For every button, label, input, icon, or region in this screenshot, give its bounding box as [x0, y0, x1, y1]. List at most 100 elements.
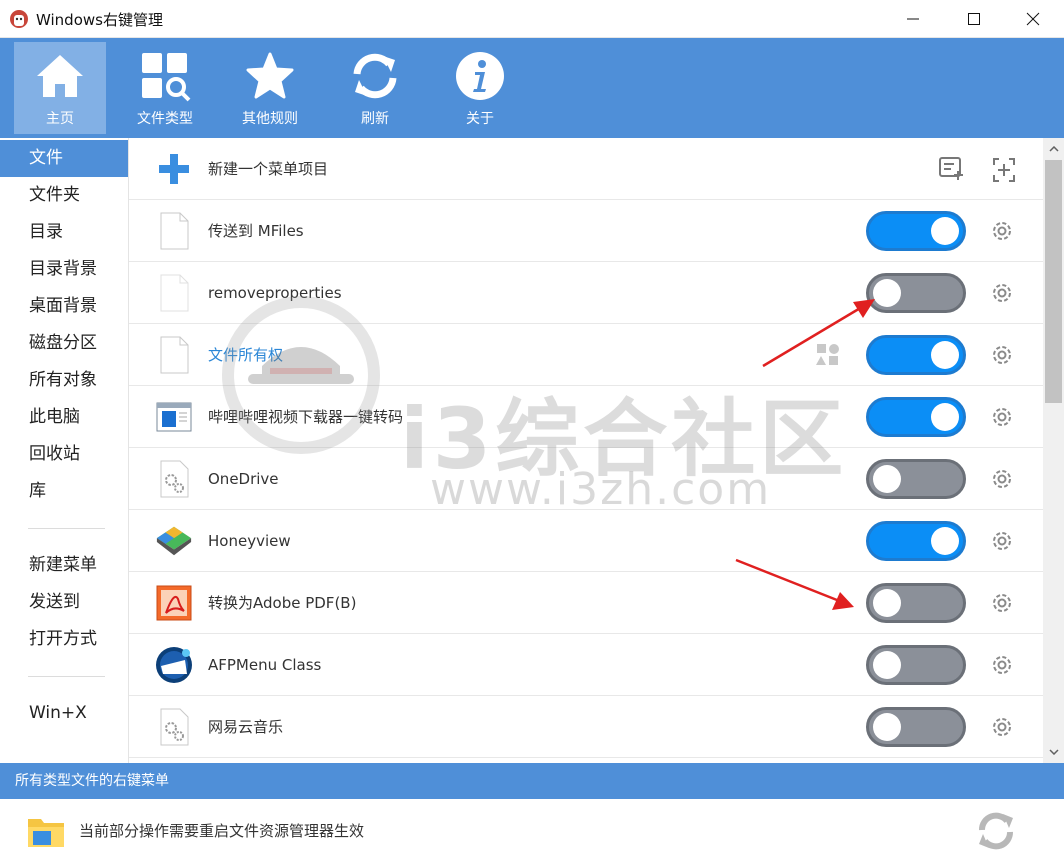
- toggle-knob: [873, 713, 901, 741]
- sidebar-divider: [28, 676, 105, 677]
- list-item-label: 传送到 MFiles: [208, 222, 304, 240]
- toolbar-file-types-label: 文件类型: [137, 111, 193, 127]
- settings-gear-icon[interactable]: [989, 280, 1015, 306]
- list-item-label: 转换为Adobe PDF(B): [208, 594, 357, 612]
- new-menu-item-label: 新建一个菜单项目: [208, 160, 329, 178]
- enable-toggle[interactable]: [866, 645, 966, 685]
- sidebar-item-winx[interactable]: Win+X: [0, 695, 128, 732]
- list-item-label: AFPMenu Class: [208, 656, 322, 674]
- list-item-label: 网易云音乐: [208, 718, 284, 736]
- toolbar-about-button[interactable]: 关于: [434, 42, 526, 134]
- watermark-logo: [222, 296, 380, 454]
- maximize-button[interactable]: [951, 0, 997, 38]
- scrollbar-thumb[interactable]: [1045, 160, 1062, 403]
- blank-file-icon: [155, 212, 193, 250]
- list-item[interactable]: 传送到 MFiles: [129, 200, 1043, 262]
- settings-gear-icon[interactable]: [989, 466, 1015, 492]
- toggle-knob: [873, 589, 901, 617]
- list-item-label: OneDrive: [208, 470, 279, 488]
- sidebar-item-send-to[interactable]: 发送到: [0, 584, 128, 621]
- sidebar-item-drive[interactable]: 磁盘分区: [0, 325, 128, 362]
- info-icon: [456, 52, 504, 100]
- new-menu-item-row[interactable]: 新建一个菜单项目: [129, 138, 1043, 200]
- refresh-icon: [353, 53, 397, 99]
- star-icon: [246, 52, 294, 99]
- list-item[interactable]: 网易云音乐: [129, 696, 1043, 758]
- sidebar: 文件 文件夹 目录 目录背景 桌面背景 磁盘分区 所有对象 此电脑 回收站 库 …: [0, 138, 129, 763]
- title-bar: Windows右键管理: [0, 0, 1064, 38]
- list-item[interactable]: Honeyview: [129, 510, 1043, 572]
- new-item-list-icon[interactable]: [939, 157, 965, 181]
- toolbar-about-label: 关于: [466, 111, 494, 127]
- annotation-arrow: [735, 558, 854, 610]
- sidebar-item-library[interactable]: 库: [0, 473, 128, 510]
- sidebar-item-file[interactable]: 文件: [0, 140, 128, 177]
- sidebar-item-folder[interactable]: 文件夹: [0, 177, 128, 214]
- toolbar-other-rules-label: 其他规则: [242, 111, 298, 127]
- minimize-button[interactable]: [890, 0, 936, 38]
- scroll-down-icon[interactable]: [1043, 743, 1064, 761]
- enable-toggle[interactable]: [866, 583, 966, 623]
- window-title: Windows右键管理: [36, 11, 163, 29]
- settings-gear-icon[interactable]: [989, 652, 1015, 678]
- settings-gear-icon[interactable]: [989, 714, 1015, 740]
- enable-toggle[interactable]: [866, 397, 966, 437]
- toggle-knob: [931, 527, 959, 555]
- sidebar-item-open-with[interactable]: 打开方式: [0, 621, 128, 658]
- sidebar-item-new-menu[interactable]: 新建菜单: [0, 547, 128, 584]
- list-item[interactable]: AFPMenu Class: [129, 634, 1043, 696]
- app-logo-icon: [10, 10, 28, 28]
- maximize-icon: [968, 13, 980, 25]
- settings-gear-icon[interactable]: [989, 528, 1015, 554]
- sidebar-item-all-objects[interactable]: 所有对象: [0, 362, 128, 399]
- sidebar-item-recycle-bin[interactable]: 回收站: [0, 436, 128, 473]
- settings-gear-icon[interactable]: [989, 404, 1015, 430]
- settings-gear-icon[interactable]: [989, 590, 1015, 616]
- toolbar: 主页 文件类型 其他规则 刷新 关于: [0, 38, 1064, 138]
- annotation-arrow: [762, 299, 875, 368]
- home-icon: [37, 55, 83, 97]
- adobe-pdf-icon: [155, 584, 193, 622]
- settings-gear-icon[interactable]: [989, 218, 1015, 244]
- toolbar-other-rules-button[interactable]: 其他规则: [224, 42, 316, 134]
- sidebar-item-desktop-background[interactable]: 桌面背景: [0, 288, 128, 325]
- minimize-icon: [907, 18, 919, 20]
- toolbar-home-button[interactable]: 主页: [14, 42, 106, 134]
- gear-file-icon: [155, 460, 193, 498]
- blank-file-icon: [155, 336, 193, 374]
- blank-file-icon: [155, 274, 193, 312]
- toolbar-home-label: 主页: [46, 111, 74, 127]
- enable-toggle[interactable]: [866, 211, 966, 251]
- toolbar-refresh-button[interactable]: 刷新: [329, 42, 421, 134]
- restart-explorer-icon[interactable]: [976, 811, 1016, 851]
- file-types-search-icon: [142, 53, 191, 102]
- toolbar-refresh-label: 刷新: [361, 111, 389, 127]
- close-button[interactable]: [1010, 0, 1056, 38]
- sidebar-item-this-pc[interactable]: 此电脑: [0, 399, 128, 436]
- enable-toggle[interactable]: [866, 459, 966, 499]
- sidebar-item-directory[interactable]: 目录: [0, 214, 128, 251]
- toolbar-file-types-button[interactable]: 文件类型: [119, 42, 211, 134]
- scroll-up-icon[interactable]: [1043, 140, 1064, 158]
- gear-file-icon: [155, 708, 193, 746]
- add-item-icon[interactable]: [991, 157, 1017, 183]
- sidebar-divider: [28, 528, 105, 529]
- list-item[interactable]: 转换为Adobe PDF(B): [129, 572, 1043, 634]
- toggle-knob: [873, 651, 901, 679]
- toggle-knob: [931, 217, 959, 245]
- add-plus-icon: [155, 150, 193, 188]
- toggle-knob: [931, 403, 959, 431]
- afp-icon: [155, 646, 193, 684]
- folder-icon: [28, 819, 64, 847]
- enable-toggle[interactable]: [866, 521, 966, 561]
- toggle-knob: [873, 465, 901, 493]
- watermark-hat-icon: [248, 347, 354, 384]
- settings-gear-icon[interactable]: [989, 342, 1015, 368]
- honeyview-icon: [155, 522, 193, 560]
- toggle-knob: [931, 341, 959, 369]
- enable-toggle[interactable]: [866, 707, 966, 747]
- restart-notice: 当前部分操作需要重启文件资源管理器生效: [79, 822, 365, 840]
- app-window-icon: [155, 398, 193, 436]
- vertical-scrollbar[interactable]: [1043, 138, 1064, 763]
- sidebar-item-directory-background[interactable]: 目录背景: [0, 251, 128, 288]
